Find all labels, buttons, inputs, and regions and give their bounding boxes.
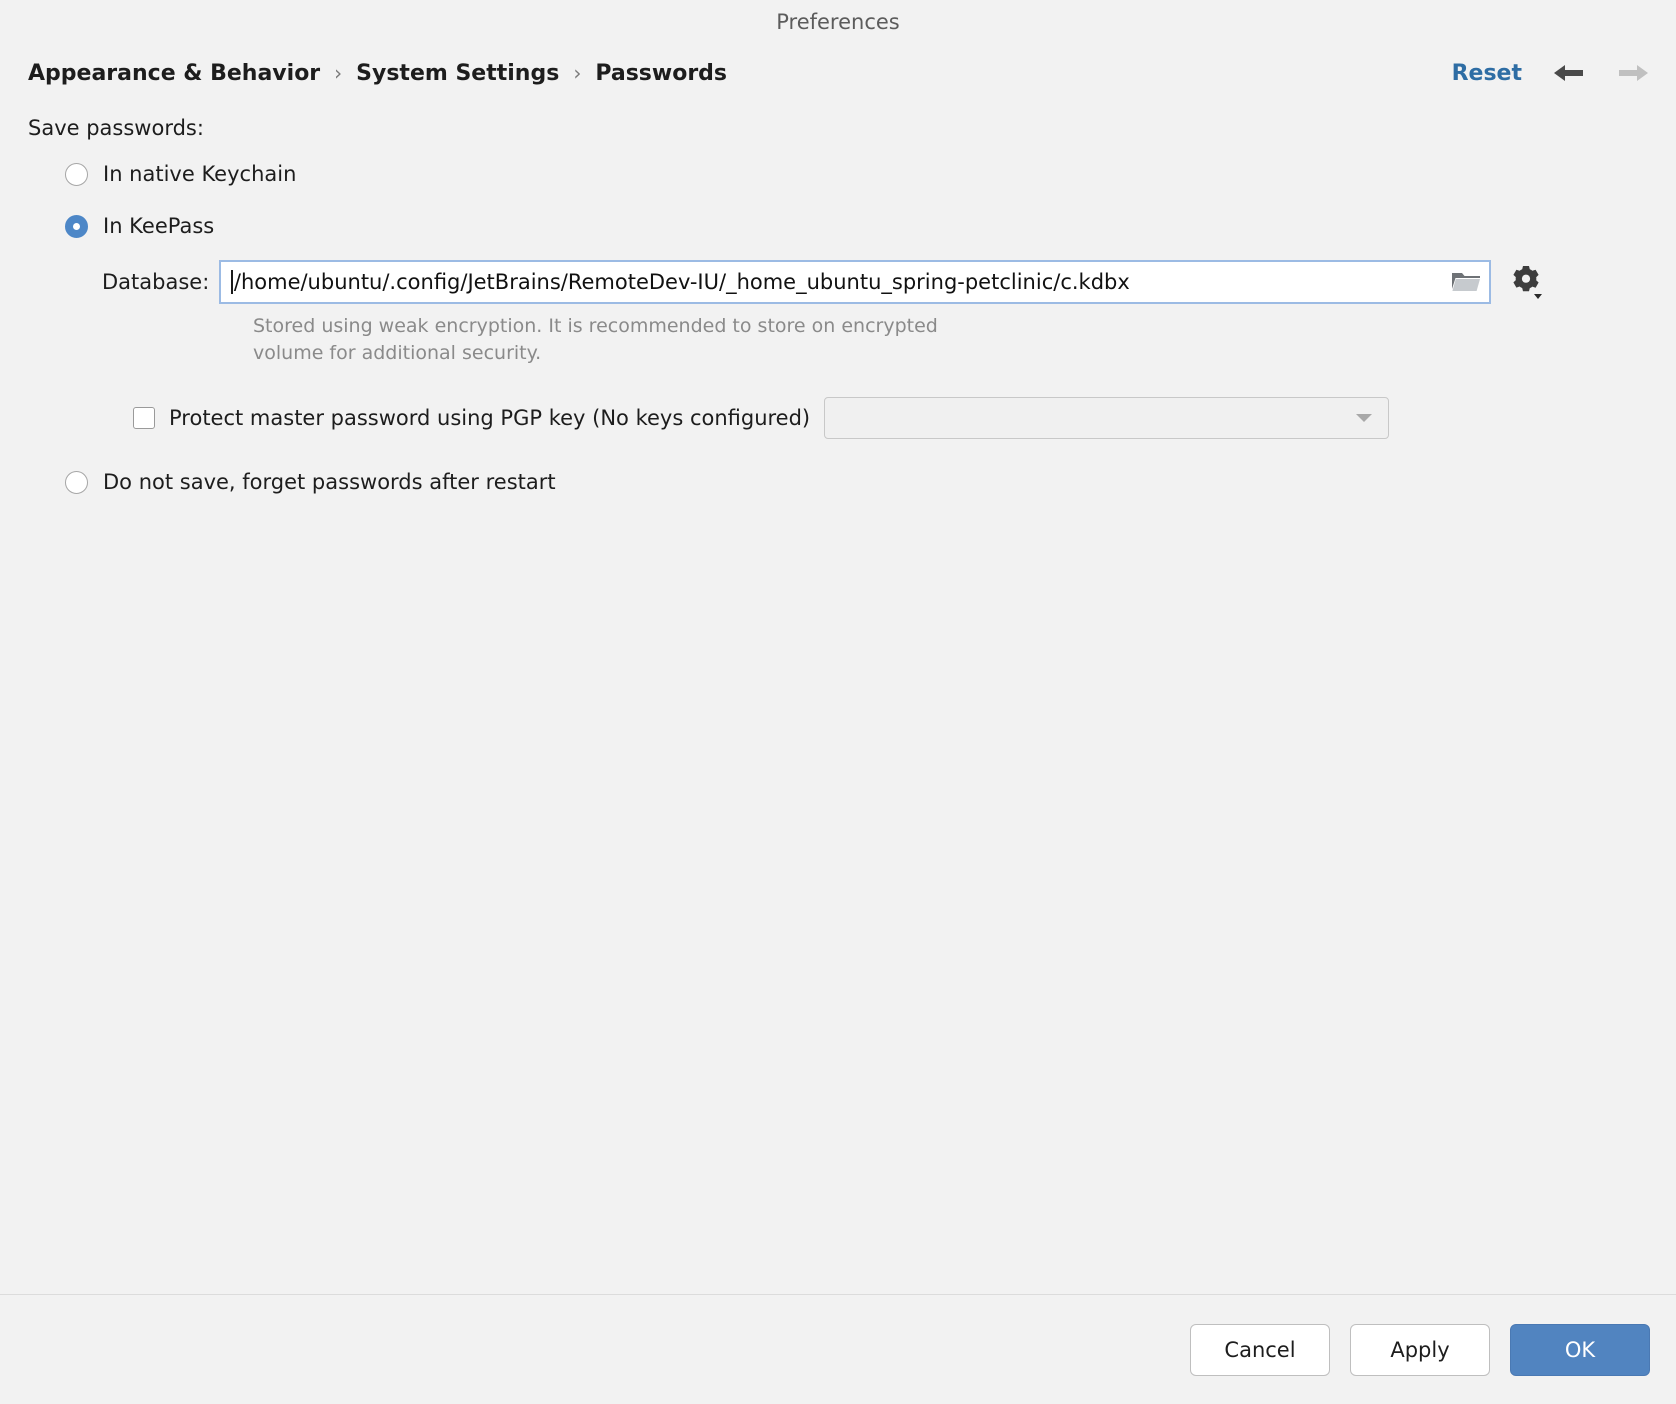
settings-header: Appearance & Behavior › System Settings … <box>0 44 1676 102</box>
radio-keepass[interactable] <box>65 215 88 238</box>
save-passwords-label: Save passwords: <box>28 116 1648 140</box>
breadcrumb: Appearance & Behavior › System Settings … <box>28 61 1452 86</box>
gear-icon[interactable] <box>1509 265 1543 299</box>
database-row: Database: /home/ubuntu/.config/JetBrains… <box>102 260 1648 304</box>
checkbox-label-protect-master-password-pgp[interactable]: Protect master password using PGP key (N… <box>169 406 810 430</box>
arrow-right-icon <box>1616 60 1650 86</box>
radio-option-native-keychain[interactable]: In native Keychain <box>65 154 1648 194</box>
pgp-key-dropdown[interactable] <box>824 397 1389 439</box>
arrow-left-icon[interactable] <box>1552 60 1586 86</box>
pgp-row: Protect master password using PGP key (N… <box>133 397 1648 439</box>
breadcrumb-item-appearance-behavior[interactable]: Appearance & Behavior <box>28 61 320 86</box>
radio-option-do-not-save[interactable]: Do not save, forget passwords after rest… <box>65 470 1648 494</box>
database-encryption-hint: Stored using weak encryption. It is reco… <box>253 313 953 367</box>
checkbox-protect-master-password-pgp[interactable] <box>133 407 155 429</box>
passwords-settings-panel: Save passwords: In native Keychain In Ke… <box>0 102 1676 1294</box>
database-label: Database: <box>102 270 209 294</box>
reset-button[interactable]: Reset <box>1452 61 1522 86</box>
breadcrumb-item-system-settings[interactable]: System Settings <box>356 61 559 86</box>
breadcrumb-separator-icon: › <box>332 61 344 85</box>
database-path-value: /home/ubuntu/.config/JetBrains/RemoteDev… <box>234 270 1130 294</box>
breadcrumb-separator-icon: › <box>571 61 583 85</box>
radio-label-keepass[interactable]: In KeePass <box>103 214 214 238</box>
database-path-input-area[interactable]: /home/ubuntu/.config/JetBrains/RemoteDev… <box>221 262 1443 302</box>
radio-option-keepass[interactable]: In KeePass <box>65 206 1648 246</box>
window-title: Preferences <box>776 10 900 34</box>
breadcrumb-item-passwords: Passwords <box>595 61 727 86</box>
dialog-footer: Cancel Apply OK <box>0 1294 1676 1404</box>
apply-button[interactable]: Apply <box>1350 1324 1490 1376</box>
radio-label-do-not-save[interactable]: Do not save, forget passwords after rest… <box>103 470 556 494</box>
radio-native-keychain[interactable] <box>65 163 88 186</box>
text-caret <box>231 270 233 294</box>
header-actions: Reset <box>1452 60 1650 86</box>
radio-label-native-keychain[interactable]: In native Keychain <box>103 162 296 186</box>
radio-do-not-save[interactable] <box>65 471 88 494</box>
cancel-button[interactable]: Cancel <box>1190 1324 1330 1376</box>
folder-icon[interactable] <box>1443 262 1489 302</box>
chevron-down-icon <box>1356 414 1372 422</box>
ok-button[interactable]: OK <box>1510 1324 1650 1376</box>
window-titlebar: Preferences <box>0 0 1676 44</box>
database-path-field[interactable]: /home/ubuntu/.config/JetBrains/RemoteDev… <box>219 260 1491 304</box>
